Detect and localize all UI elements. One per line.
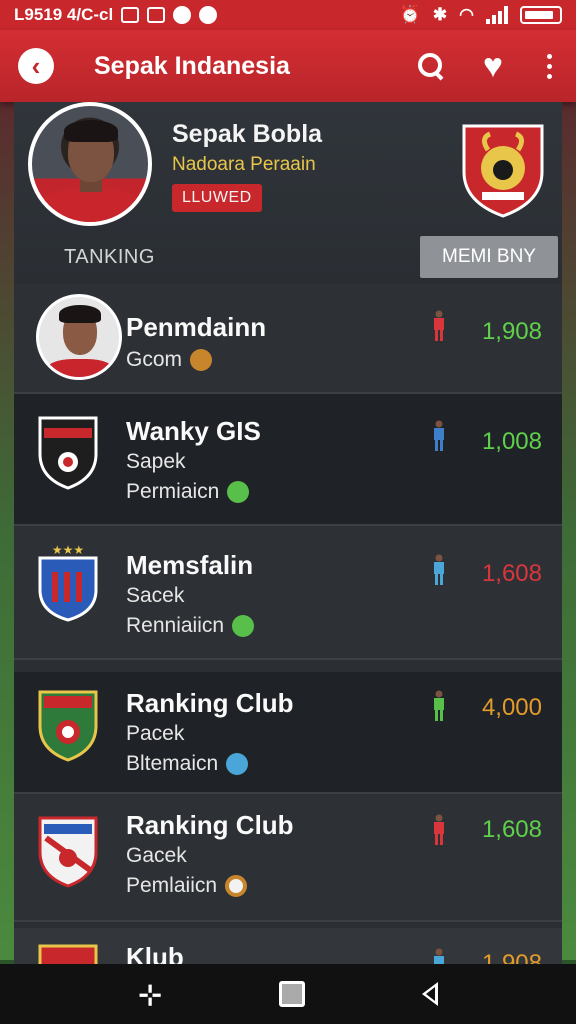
recent-apps-icon[interactable]: ⊹ [138,978,161,1011]
item-detail: Bltemaicn [126,752,249,776]
club-crest-icon [38,816,98,888]
player-figure-icon [434,814,444,845]
item-score: 1,908 [481,950,542,964]
back-icon[interactable] [421,982,438,1006]
status-badge[interactable]: LLUWED [172,184,262,212]
list-item[interactable]: Ranking Club Gacek Pemlaiicn 1,608 [14,794,562,922]
list-item[interactable]: Klub 1,908 [14,928,562,964]
app-bar: ‹ Sepak Indanesia ♥ [0,30,576,102]
item-name: Ranking Club [126,688,294,718]
item-score: 1,908 [481,318,542,345]
item-detail: Pemlaiicn [126,874,248,898]
player-figure-icon [434,554,444,585]
club-crest-icon [462,124,544,218]
cloud-icon [173,6,192,24]
ball-icon [226,753,249,775]
back-button[interactable]: ‹ [18,48,54,84]
player-figure-icon [434,420,444,451]
item-name: Wanky GIS [126,416,261,446]
item-detail: Renniaiicn [126,614,255,638]
ball-icon [190,349,213,371]
list-item[interactable]: Wanky GIS Sapek Permiaicn 1,008 [14,394,562,526]
player-figure-icon [434,948,444,964]
more-vertical-icon[interactable] [541,53,558,79]
player-figure-icon [434,310,444,341]
system-nav-bar: ⊹ [0,964,576,1024]
item-score: 1,008 [481,428,542,455]
list-item[interactable]: Ranking Club Pacek Bltemaicn 4,000 [14,672,562,794]
item-subtitle: Sacek [126,584,185,607]
ball-icon [225,875,248,897]
club-crest-icon [38,416,98,490]
tab-ranking[interactable]: TANKING [64,246,155,269]
item-score: 1,608 [481,560,542,587]
battery-icon [520,6,562,24]
profile-name: Sepak Bobla [172,120,323,148]
item-subtitle: Gacek [126,844,187,867]
item-name: Memsfalin [126,550,254,580]
player-figure-icon [434,690,444,721]
item-subtitle: Pacek [126,722,185,745]
bluetooth-icon: ✱ [432,5,448,24]
ball-icon [227,481,250,503]
item-name: Klub [126,942,184,964]
ball-icon [232,615,255,637]
svg-text:★★★: ★★★ [52,543,84,557]
list-item[interactable]: Penmdainn Gcom 1,908 [14,284,562,394]
circle-icon [199,6,218,24]
home-icon[interactable] [278,981,305,1007]
item-score: 1,608 [481,816,542,843]
paper-plane-icon [147,7,166,23]
item-subtitle: Gcom [126,348,213,372]
profile-card: Sepak Bobla Nadoara Peraain LLUWED TANKI… [14,102,562,284]
player-avatar [36,294,122,380]
profile-subtitle: Nadoara Peraain [172,154,316,175]
ranking-panel: Sepak Bobla Nadoara Peraain LLUWED TANKI… [14,102,562,964]
item-subtitle: Sapek [126,450,186,473]
search-icon[interactable] [417,52,445,80]
club-crest-icon: ★★★ [38,543,98,622]
list-item[interactable]: ★★★ Memsfalin Sacek Renniaiicn 1,608 [14,526,562,660]
signal-icon [486,6,508,24]
chevron-left-icon: ‹ [31,51,41,81]
ranking-list: Penmdainn Gcom 1,908 Wanky GIS Sapek Per… [14,284,562,964]
menu-button[interactable]: MEMI BNY [420,236,558,278]
app-title: Sepak Indanesia [94,51,290,80]
item-detail: Permiaicn [126,480,250,504]
item-name: Ranking Club [126,810,294,840]
wifi-icon: ◠ [459,5,474,24]
club-crest-icon [38,690,98,762]
profile-avatar[interactable] [28,102,152,226]
alarm-icon: ⏰ [399,5,421,24]
image-icon [121,7,140,23]
club-crest-icon [38,944,98,964]
heart-icon[interactable]: ♥ [483,49,503,83]
item-name: Penmdainn [126,312,267,342]
item-score: 4,000 [481,694,542,721]
status-time: L9519 4/C-cl [14,5,114,24]
status-bar: L9519 4/C-cl ⏰ ✱ ◠ [0,0,576,30]
